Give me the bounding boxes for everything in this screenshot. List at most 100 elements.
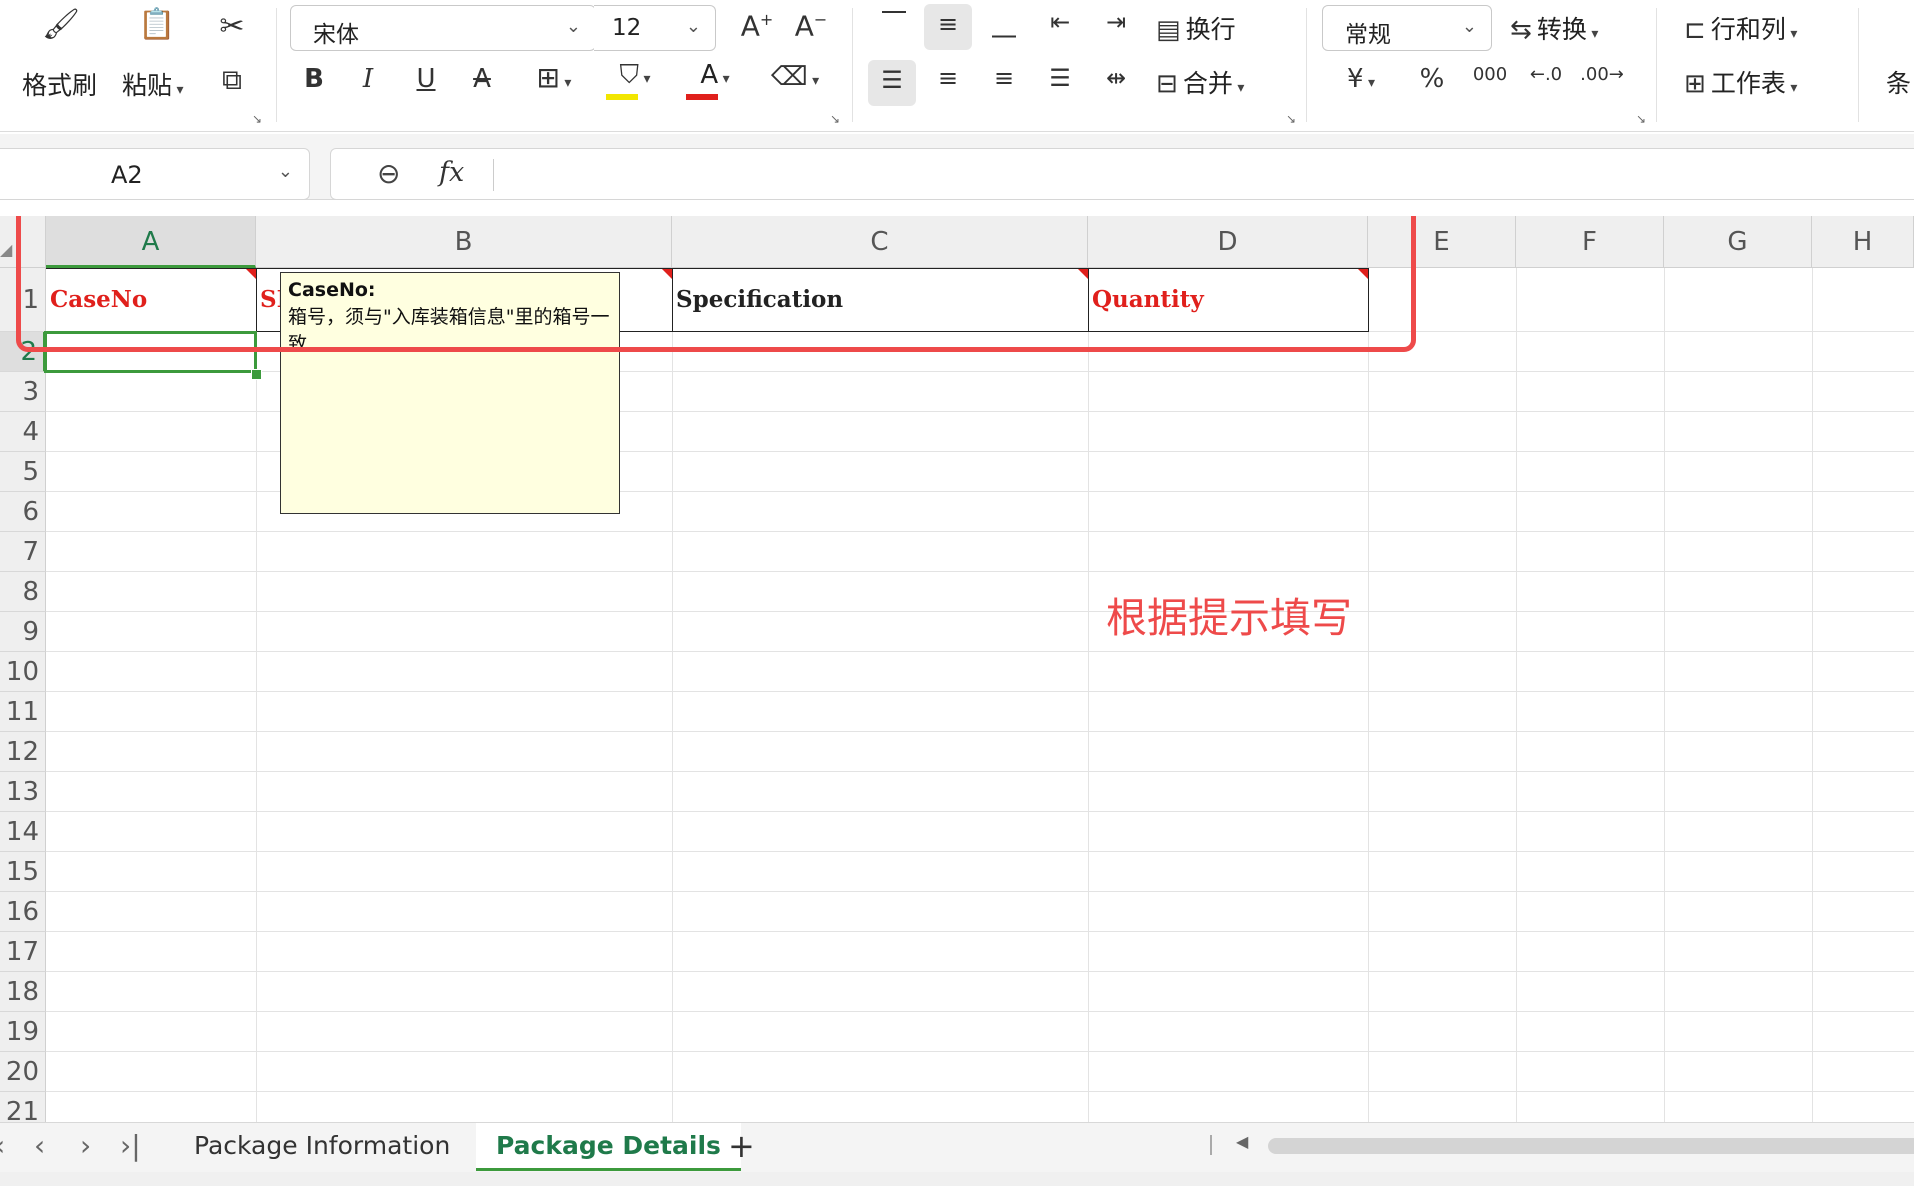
decrease-decimal-icon[interactable]: .00→ xyxy=(1580,66,1624,84)
cut-icon[interactable]: ✂ xyxy=(212,12,252,42)
row-header-6[interactable]: 6 xyxy=(0,492,46,532)
bold-icon[interactable]: B xyxy=(298,66,330,92)
number-format-value: 常规 xyxy=(1345,22,1391,48)
zoom-formula-icon[interactable]: ⊖ xyxy=(377,157,400,190)
number-launcher-icon[interactable]: ↘ xyxy=(1636,112,1646,126)
paste-icon[interactable]: 📋 xyxy=(134,10,180,40)
column-gridline xyxy=(1812,268,1813,1122)
italic-icon[interactable]: I xyxy=(352,66,384,92)
first-sheet-icon[interactable]: ‹ xyxy=(0,1129,5,1162)
add-sheet-icon[interactable]: + xyxy=(728,1127,755,1165)
font-launcher-icon[interactable]: ↘ xyxy=(830,112,840,126)
cell-reference: A2 xyxy=(111,161,143,189)
align-center-icon[interactable]: ≡ xyxy=(928,66,968,90)
merge-cells-button[interactable]: ⊟ 合并 ▾ xyxy=(1156,64,1244,100)
paste-button[interactable]: 粘贴 ▾ xyxy=(122,66,184,102)
format-painter-icon[interactable]: 🖌 xyxy=(38,10,84,40)
worksheet-button[interactable]: ⊞ 工作表 ▾ xyxy=(1684,64,1797,100)
justify-icon[interactable]: ☰ xyxy=(1040,66,1080,90)
row-gridline xyxy=(46,1091,1914,1092)
ribbon-divider xyxy=(276,8,277,122)
font-color-icon[interactable]: A ▾ xyxy=(684,62,746,88)
align-middle-icon[interactable]: ≡ xyxy=(924,4,972,50)
last-sheet-icon[interactable]: ›| xyxy=(120,1129,141,1162)
row-header-14[interactable]: 14 xyxy=(0,812,46,852)
decrease-indent-icon[interactable]: ⇤ xyxy=(1040,10,1080,34)
number-format-select[interactable]: 常规 ⌄ xyxy=(1322,5,1492,51)
conditional-format-button[interactable]: 条 xyxy=(1886,64,1911,100)
worksheet-icon: ⊞ xyxy=(1684,69,1706,99)
copy-icon[interactable]: ⧉ xyxy=(212,66,252,94)
column-header-h[interactable]: H xyxy=(1812,216,1914,268)
fill-color-icon[interactable]: ⛉ ▾ xyxy=(604,62,666,88)
format-painter-button[interactable]: 格式刷 xyxy=(22,66,97,102)
column-header-f[interactable]: F xyxy=(1516,216,1664,268)
row-header-13[interactable]: 13 xyxy=(0,772,46,812)
sheet-tab-package-information[interactable]: Package Information xyxy=(174,1123,470,1171)
font-size-value: 12 xyxy=(612,15,642,41)
worksheet-grid[interactable]: ◢ ABCDEFGH 1 2 3 4 5 6 7 8 9 10 11 12 13 14 15 16 17 18 19… xyxy=(0,216,1914,1122)
increase-indent-icon[interactable]: ⇥ xyxy=(1096,10,1136,34)
underline-icon[interactable]: U xyxy=(410,66,442,92)
next-sheet-icon[interactable]: › xyxy=(80,1129,91,1162)
wrap-text-button[interactable]: ▤ 换行 xyxy=(1156,10,1236,46)
formula-bar: A2 ⌄ ⊖ fx xyxy=(0,134,1914,200)
chevron-down-icon: ▾ xyxy=(1232,80,1245,96)
row-header-10[interactable]: 10 xyxy=(0,652,46,692)
horizontal-scrollbar[interactable] xyxy=(1268,1138,1914,1154)
percent-format-icon[interactable]: % xyxy=(1412,66,1452,92)
row-header-15[interactable]: 15 xyxy=(0,852,46,892)
rows-columns-button[interactable]: ⊏ 行和列 ▾ xyxy=(1684,10,1797,46)
row-header-7[interactable]: 7 xyxy=(0,532,46,572)
fill-handle[interactable] xyxy=(251,369,262,380)
row-header-16[interactable]: 16 xyxy=(0,892,46,932)
row-header-9[interactable]: 9 xyxy=(0,612,46,652)
row-header-19[interactable]: 19 xyxy=(0,1012,46,1052)
scroll-left-icon[interactable]: ◀ xyxy=(1236,1132,1248,1151)
prev-sheet-icon[interactable]: ‹ xyxy=(34,1129,45,1162)
font-family-select[interactable]: 宋体 ⌄ xyxy=(290,5,596,51)
row-header-5[interactable]: 5 xyxy=(0,452,46,492)
row-header-4[interactable]: 4 xyxy=(0,412,46,452)
alignment-launcher-icon[interactable]: ↘ xyxy=(1286,112,1296,126)
row-header-21[interactable]: 21 xyxy=(0,1092,46,1122)
currency-format-icon[interactable]: ¥ ▾ xyxy=(1332,66,1390,92)
annotation-text: 根据提示填写 xyxy=(1106,594,1352,642)
decrease-font-icon[interactable]: A− xyxy=(792,12,830,40)
worksheet-label: 工作表 xyxy=(1710,69,1786,98)
convert-button[interactable]: ⇆ 转换 ▾ xyxy=(1510,10,1598,46)
spreadsheet-app: 🖌 格式刷 📋 粘贴 ▾ ✂ ⧉ ↘ 宋体 ⌄ 12 ⌄ A+ A− B I U… xyxy=(0,0,1914,1186)
sheet-tab-package-details[interactable]: Package Details xyxy=(476,1123,741,1171)
annotation-highlight-box xyxy=(16,216,1416,352)
row-header-17[interactable]: 17 xyxy=(0,932,46,972)
strikethrough-icon[interactable]: A xyxy=(466,66,498,92)
thousands-format-icon[interactable]: 000 xyxy=(1468,66,1512,84)
align-top-icon[interactable]: ⎺ xyxy=(874,10,914,34)
column-header-g[interactable]: G xyxy=(1664,216,1812,268)
ribbon-divider xyxy=(1858,8,1859,122)
function-icon[interactable]: fx xyxy=(439,157,464,188)
wrap-text-label: 换行 xyxy=(1185,15,1236,44)
distributed-icon[interactable]: ⇹ xyxy=(1096,66,1136,90)
align-bottom-icon[interactable]: ⎽ xyxy=(984,12,1024,36)
chevron-down-icon: ▾ xyxy=(1785,26,1798,42)
row-header-11[interactable]: 11 xyxy=(0,692,46,732)
align-right-icon[interactable]: ≡ xyxy=(984,66,1024,90)
clear-format-icon[interactable]: ⌫ ▾ xyxy=(764,64,826,90)
name-box[interactable]: A2 ⌄ xyxy=(0,148,310,200)
paste-label: 粘贴 xyxy=(122,71,173,100)
column-gridline xyxy=(1516,268,1517,1122)
formula-input[interactable]: ⊖ fx xyxy=(330,148,1914,200)
row-header-8[interactable]: 8 xyxy=(0,572,46,612)
align-left-icon[interactable]: ☰ xyxy=(868,60,916,106)
scroll-divider xyxy=(1210,1135,1212,1155)
increase-decimal-icon[interactable]: ←.0 xyxy=(1524,66,1568,84)
font-size-select[interactable]: 12 ⌄ xyxy=(594,5,716,51)
row-header-12[interactable]: 12 xyxy=(0,732,46,772)
increase-font-icon[interactable]: A+ xyxy=(738,12,776,40)
clipboard-launcher-icon[interactable]: ↘ xyxy=(252,112,262,126)
borders-icon[interactable]: ⊞ ▾ xyxy=(524,64,584,92)
row-header-3[interactable]: 3 xyxy=(0,372,46,412)
row-header-18[interactable]: 18 xyxy=(0,972,46,1012)
row-header-20[interactable]: 20 xyxy=(0,1052,46,1092)
